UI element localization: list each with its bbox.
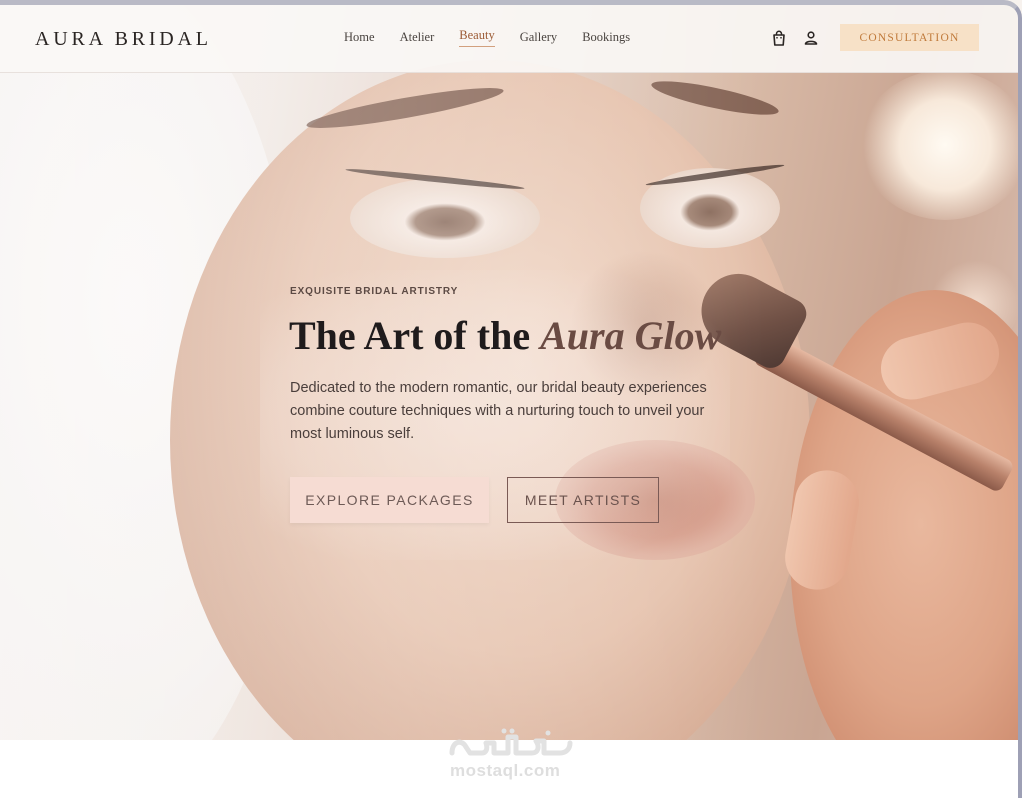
mostaql-logo-watermark bbox=[449, 728, 573, 756]
shopping-bag-icon[interactable] bbox=[771, 30, 787, 46]
brand-logo[interactable]: AURA BRIDAL bbox=[35, 28, 212, 51]
meet-artists-button[interactable]: MEET ARTISTS bbox=[507, 477, 659, 523]
explore-packages-button[interactable]: EXPLORE PACKAGES bbox=[290, 477, 489, 523]
nav-item-atelier[interactable]: Atelier bbox=[400, 30, 435, 47]
headline-accent: Aura Glow bbox=[540, 313, 722, 358]
page: AURA BRIDAL Home Atelier Beauty Gallery … bbox=[0, 0, 1022, 798]
hero-headline: The Art of the Aura Glow bbox=[289, 312, 721, 359]
top-navbar: AURA BRIDAL Home Atelier Beauty Gallery … bbox=[0, 0, 1022, 73]
headline-main: The Art of the bbox=[289, 313, 541, 358]
hero-background-image bbox=[0, 0, 1022, 740]
nav-item-beauty[interactable]: Beauty bbox=[459, 28, 495, 47]
hero-eyebrow: EXQUISITE BRIDAL ARTISTRY bbox=[290, 286, 459, 297]
nav-item-home[interactable]: Home bbox=[344, 30, 375, 47]
hero-description: Dedicated to the modern romantic, our br… bbox=[290, 380, 707, 442]
nav-item-gallery[interactable]: Gallery bbox=[520, 30, 557, 47]
consultation-button[interactable]: CONSULTATION bbox=[840, 24, 979, 51]
nav-item-bookings[interactable]: Bookings bbox=[582, 30, 630, 47]
user-icon[interactable] bbox=[803, 30, 819, 46]
main-nav: Home Atelier Beauty Gallery Bookings bbox=[344, 28, 655, 47]
watermark-text: mostaql.com bbox=[450, 761, 561, 780]
